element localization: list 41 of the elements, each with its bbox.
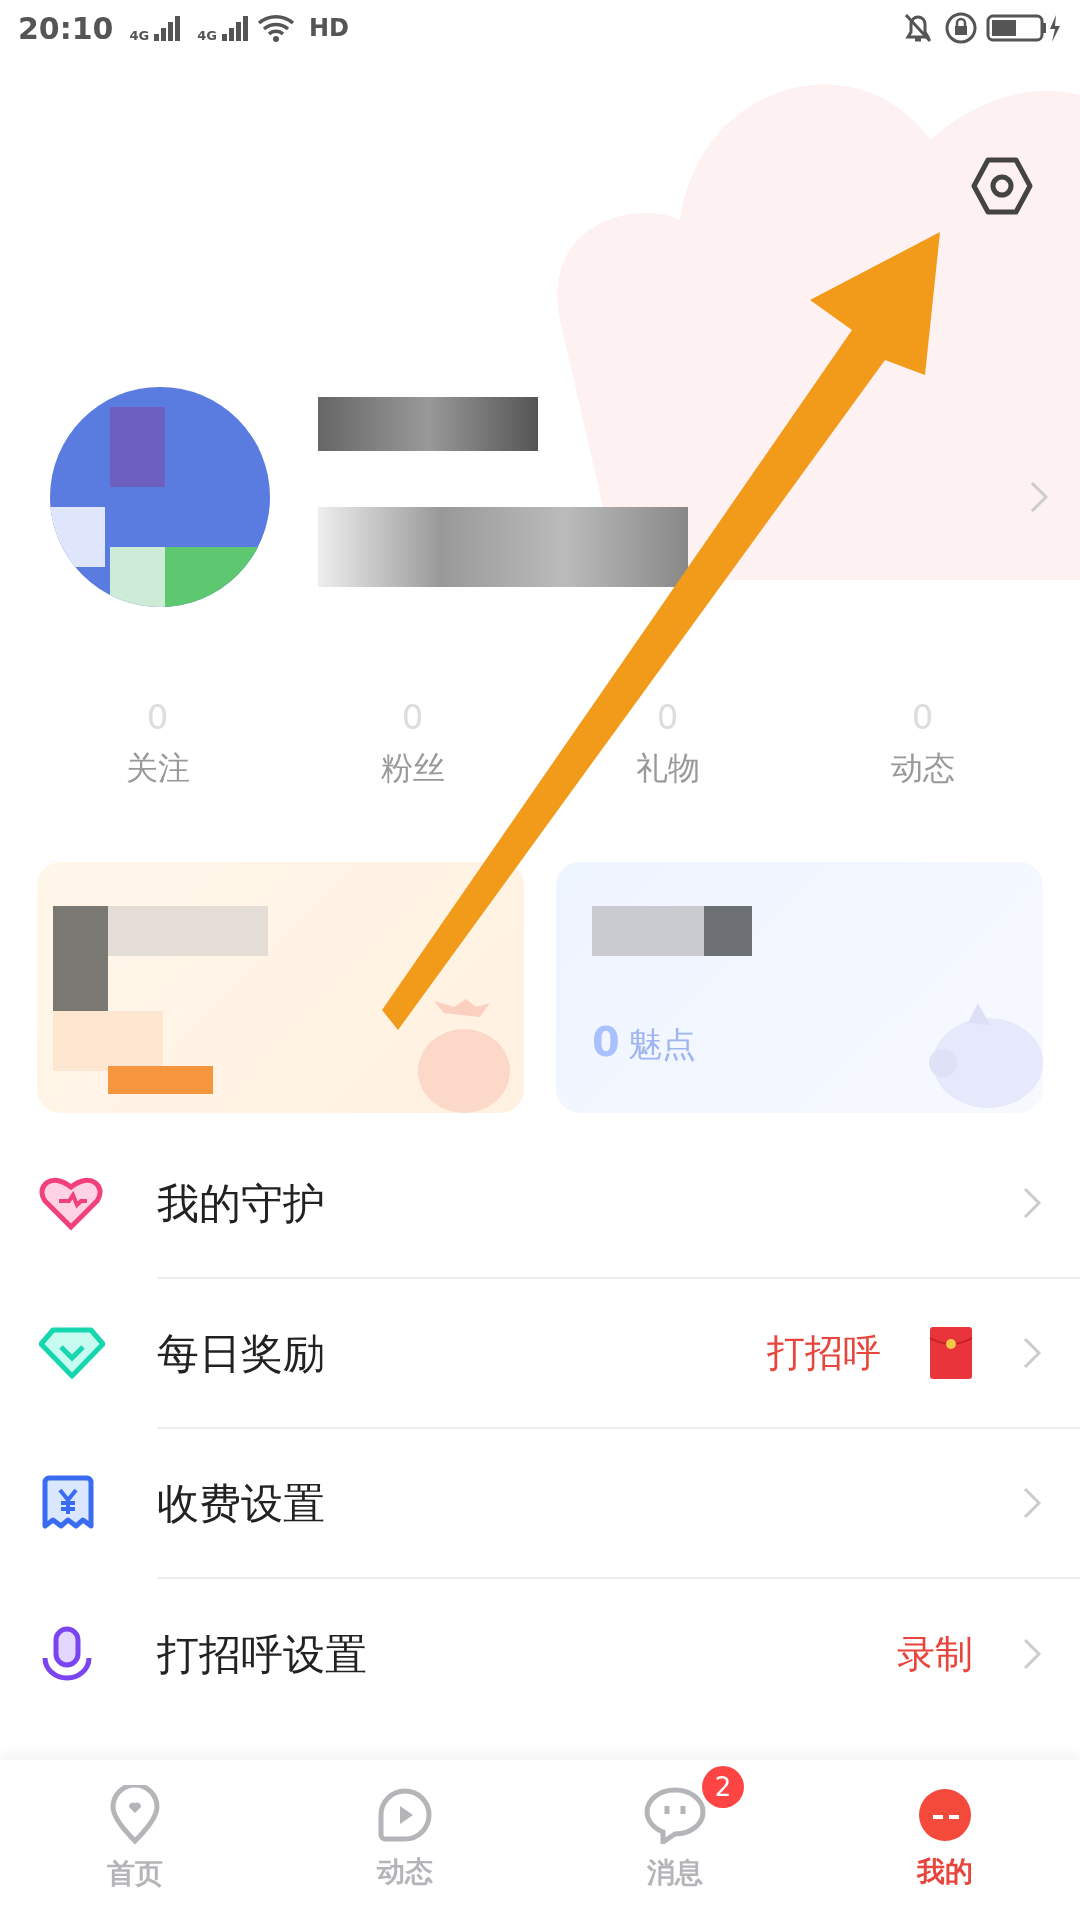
- menu-label: 我的守护: [157, 1177, 325, 1230]
- menu-row[interactable]: 打招呼设置 录制: [157, 1579, 1080, 1729]
- chevron-right-icon: [1021, 1335, 1043, 1371]
- menu-label: 每日奖励: [157, 1327, 325, 1380]
- nav-tab[interactable]: 我的: [810, 1760, 1080, 1920]
- stat-label[interactable]: 关注: [125, 744, 190, 792]
- menu-row[interactable]: 收费设置: [157, 1429, 1080, 1579]
- network-label: 4G: [129, 29, 150, 42]
- play-bubble-icon: [377, 1787, 433, 1843]
- earnings-amount: 0: [592, 1018, 620, 1067]
- hd-label: HD: [308, 16, 349, 40]
- menu-action: 打招呼: [767, 1329, 881, 1377]
- nav-tab[interactable]: 消息 2: [540, 1760, 810, 1920]
- chat-bubble-icon: [643, 1786, 707, 1844]
- earnings-card[interactable]: 0 魅点: [556, 862, 1043, 1113]
- wifi-icon: [256, 13, 297, 43]
- chevron-right-icon: [1021, 1636, 1043, 1672]
- status-time: 20:10: [18, 9, 114, 48]
- nav-tab[interactable]: 动态: [270, 1760, 540, 1920]
- recharge-card[interactable]: [37, 862, 524, 1113]
- chevron-right-icon: [1021, 1185, 1043, 1221]
- rotation-lock-icon: [944, 11, 978, 45]
- menu-label: 收费设置: [157, 1477, 325, 1530]
- chevron-right-icon: [1021, 1485, 1043, 1521]
- signal-icon: [220, 14, 249, 42]
- unread-badge: 2: [702, 1766, 744, 1808]
- menu-row[interactable]: 每日奖励 打招呼: [157, 1279, 1080, 1429]
- stat-label[interactable]: 礼物: [635, 744, 700, 792]
- profile-face-icon: [917, 1787, 973, 1843]
- network-label: 4G: [197, 29, 217, 42]
- menu-action: 录制: [897, 1630, 973, 1678]
- stat-label[interactable]: 动态: [890, 744, 955, 792]
- location-pin-icon: [109, 1785, 161, 1845]
- earnings-unit: 魅点: [627, 1023, 696, 1066]
- diamond-icon: [39, 1327, 105, 1379]
- menu-row[interactable]: 我的守护: [157, 1129, 1080, 1279]
- nav-tab[interactable]: 首页: [0, 1760, 270, 1920]
- stat-label[interactable]: 粉丝: [380, 744, 445, 792]
- signal-icon: [153, 14, 182, 42]
- menu-label: 打招呼设置: [157, 1628, 367, 1681]
- heart-icon: [39, 1175, 103, 1231]
